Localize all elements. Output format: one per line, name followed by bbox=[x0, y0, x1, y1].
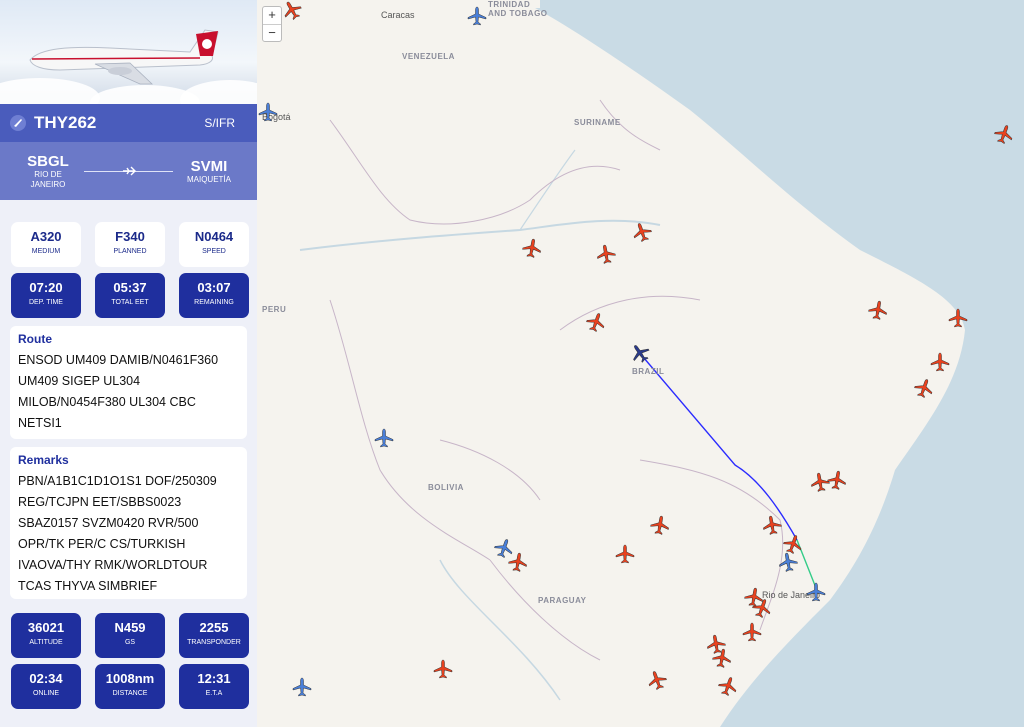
departure-time-tile: 07:20 DEP. TIME bbox=[11, 273, 81, 318]
aircraft-icon[interactable] bbox=[827, 470, 847, 490]
aircraft-icon[interactable] bbox=[433, 659, 453, 679]
zoom-out-button[interactable]: − bbox=[263, 24, 281, 41]
origin-airport[interactable]: SBGL RIO DE JANEIRO bbox=[18, 153, 78, 190]
aircraft-icon[interactable] bbox=[374, 428, 394, 448]
route-heading: Route bbox=[18, 332, 52, 346]
aircraft-icon[interactable] bbox=[292, 677, 312, 697]
aircraft-icon[interactable] bbox=[258, 102, 278, 122]
destination-airport[interactable]: SVMI MAIQUETÍA bbox=[179, 158, 239, 185]
destination-code: SVMI bbox=[190, 157, 228, 175]
aircraft-icon[interactable] bbox=[930, 352, 950, 372]
aircraft-icon[interactable] bbox=[994, 124, 1014, 145]
zoom-in-button[interactable]: + bbox=[263, 7, 281, 24]
remarks-heading: Remarks bbox=[18, 453, 69, 467]
distance-tile: 1008nm DISTANCE bbox=[95, 664, 165, 709]
selected-aircraft-icon[interactable] bbox=[630, 343, 650, 363]
aircraft-icon[interactable] bbox=[718, 676, 738, 697]
route-text: ENSOD UM409 DAMIB/N0461F360 UM409 SIGEP … bbox=[18, 353, 219, 430]
planned-level-tile: F340 PLANNED bbox=[95, 222, 165, 267]
country-label-trinidad: TRINIDAD AND TOBAGO bbox=[488, 0, 548, 18]
remarks-card: Remarks PBN/A1B1C1D1O1S1 DOF/250309 REG/… bbox=[10, 447, 247, 599]
eta-tile: 12:31 E.T.A bbox=[179, 664, 249, 709]
city-label-caracas: Caracas bbox=[381, 10, 415, 20]
flight-rules: S/IFR bbox=[204, 116, 235, 130]
aircraft-icon[interactable] bbox=[752, 598, 772, 619]
aircraft-icon[interactable] bbox=[806, 582, 826, 602]
plane-icon bbox=[10, 115, 26, 131]
destination-name: MAIQUETÍA bbox=[186, 174, 231, 184]
aircraft-icon[interactable] bbox=[712, 648, 732, 668]
remarks-text: PBN/A1B1C1D1O1S1 DOF/250309 REG/TCJPN EE… bbox=[18, 474, 217, 593]
callsign: THY262 bbox=[34, 113, 97, 132]
aircraft-icon[interactable] bbox=[650, 515, 670, 535]
aircraft-icon[interactable] bbox=[586, 312, 606, 333]
aircraft-icon[interactable] bbox=[868, 300, 888, 320]
transponder-tile: 2255 TRANSPONDER bbox=[179, 613, 249, 658]
remaining-tile: 03:07 REMAINING bbox=[179, 273, 249, 318]
total-eet-tile: 05:37 TOTAL EET bbox=[95, 273, 165, 318]
route-card: Route ENSOD UM409 DAMIB/N0461F360 UM409 … bbox=[10, 326, 247, 439]
aircraft-icon[interactable] bbox=[596, 244, 616, 264]
aircraft-icon[interactable] bbox=[647, 670, 667, 691]
aircraft-icon[interactable] bbox=[508, 552, 528, 572]
country-label-venezuela: VENEZUELA bbox=[402, 52, 455, 61]
stats-tiles: 36021 ALTITUDE N459 GS 2255 TRANSPONDER 02:… bbox=[11, 613, 249, 709]
origin-name: RIO DE JANEIRO bbox=[30, 169, 66, 189]
flight-header: THY262 S/IFR bbox=[0, 104, 257, 142]
info-tiles: A320 MEDIUM F340 PLANNED N0464 SPEED 07:20 D… bbox=[11, 222, 249, 318]
altitude-tile: 36021 ALTITUDE bbox=[11, 613, 81, 658]
plane-icon bbox=[122, 166, 136, 176]
aircraft-type-tile: A320 MEDIUM bbox=[11, 222, 81, 267]
groundspeed-tile: N459 GS bbox=[95, 613, 165, 658]
flight-details: A320 MEDIUM F340 PLANNED N0464 SPEED 07:20 D… bbox=[0, 200, 257, 727]
country-label-paraguay: PARAGUAY bbox=[538, 596, 587, 605]
aircraft-icon[interactable] bbox=[282, 0, 302, 20]
aircraft-icon[interactable] bbox=[522, 238, 542, 258]
aircraft-photo bbox=[0, 0, 257, 104]
aircraft-icon[interactable] bbox=[742, 622, 762, 642]
zoom-control: + − bbox=[262, 6, 282, 42]
flight-sidebar: THY262 S/IFR SBGL RIO DE JANEIRO SVMI MA… bbox=[0, 0, 257, 727]
aircraft-icon[interactable] bbox=[615, 544, 635, 564]
route-line bbox=[78, 161, 179, 181]
airliner-icon bbox=[29, 29, 219, 85]
aircraft-icon[interactable] bbox=[632, 222, 652, 243]
country-label-suriname: SURINAME bbox=[574, 118, 621, 127]
aircraft-icon[interactable] bbox=[948, 308, 968, 328]
aircraft-icon[interactable] bbox=[467, 6, 487, 26]
country-label-bolivia: BOLIVIA bbox=[428, 483, 464, 492]
country-label-brazil: BRAZIL bbox=[632, 367, 665, 376]
aircraft-icon[interactable] bbox=[778, 552, 798, 572]
speed-tile: N0464 SPEED bbox=[179, 222, 249, 267]
online-tile: 02:34 ONLINE bbox=[11, 664, 81, 709]
country-label-peru: PERU bbox=[262, 305, 287, 314]
aircraft-icon[interactable] bbox=[914, 378, 934, 399]
aircraft-icon[interactable] bbox=[762, 515, 782, 535]
route-summary: SBGL RIO DE JANEIRO SVMI MAIQUETÍA bbox=[0, 142, 257, 200]
origin-code: SBGL bbox=[27, 152, 69, 170]
